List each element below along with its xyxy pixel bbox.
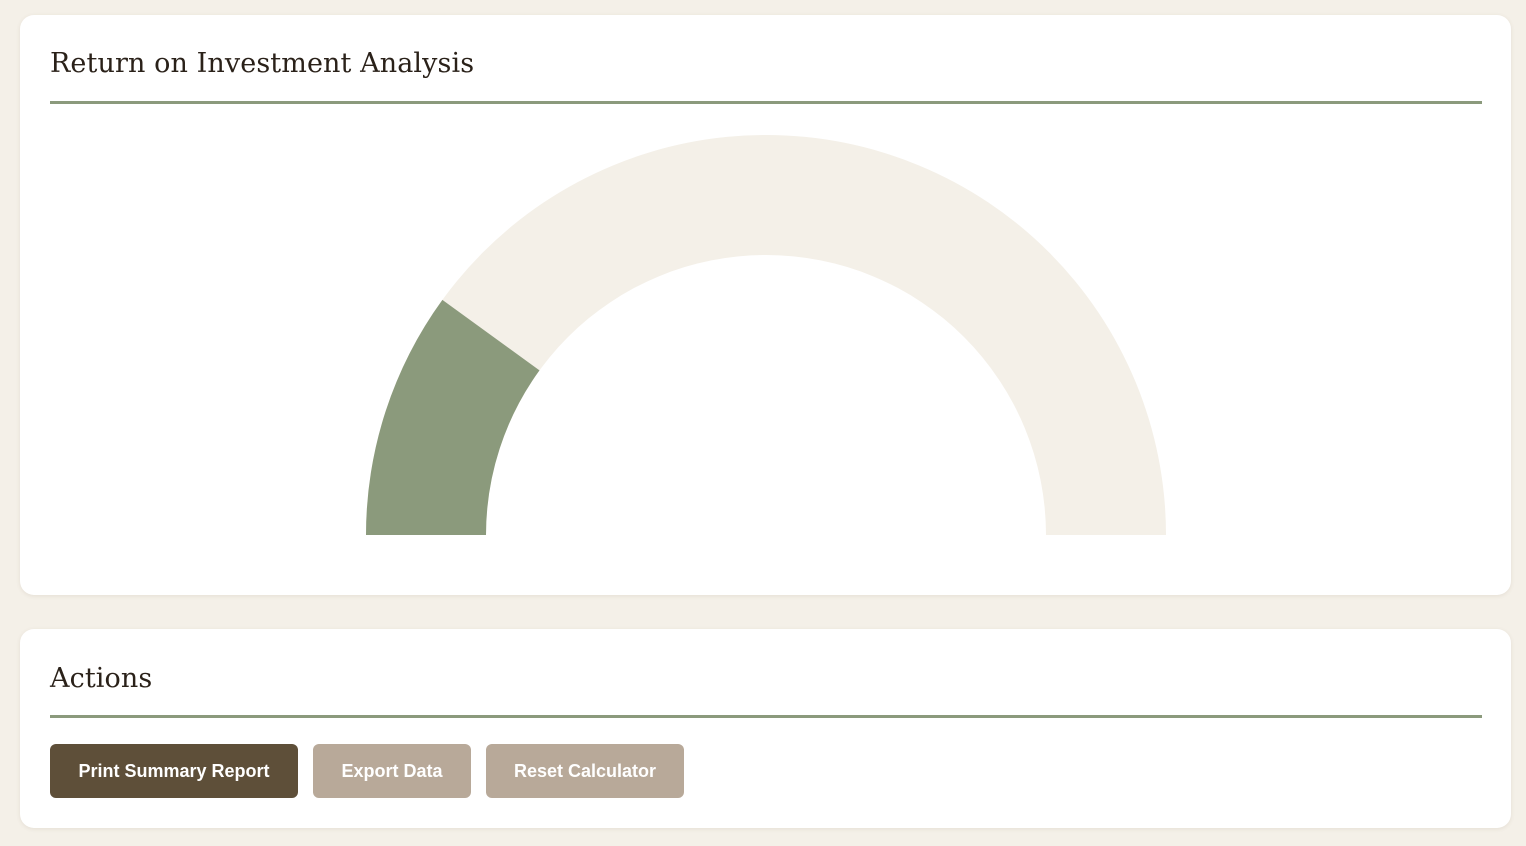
reset-calculator-button[interactable]: Reset Calculator: [486, 744, 684, 798]
export-data-button[interactable]: Export Data: [313, 744, 471, 798]
actions-title-divider: [50, 715, 1482, 718]
roi-card-title: Return on Investment Analysis: [50, 48, 475, 79]
print-summary-report-button[interactable]: Print Summary Report: [50, 744, 298, 798]
roi-gauge-chart: [366, 135, 1166, 535]
actions-card-title: Actions: [50, 663, 153, 694]
actions-button-row: Print Summary Report Export Data Reset C…: [50, 744, 684, 798]
roi-analysis-card: Return on Investment Analysis: [20, 15, 1511, 595]
roi-title-divider: [50, 101, 1482, 104]
actions-card: Actions Print Summary Report Export Data…: [20, 629, 1511, 828]
